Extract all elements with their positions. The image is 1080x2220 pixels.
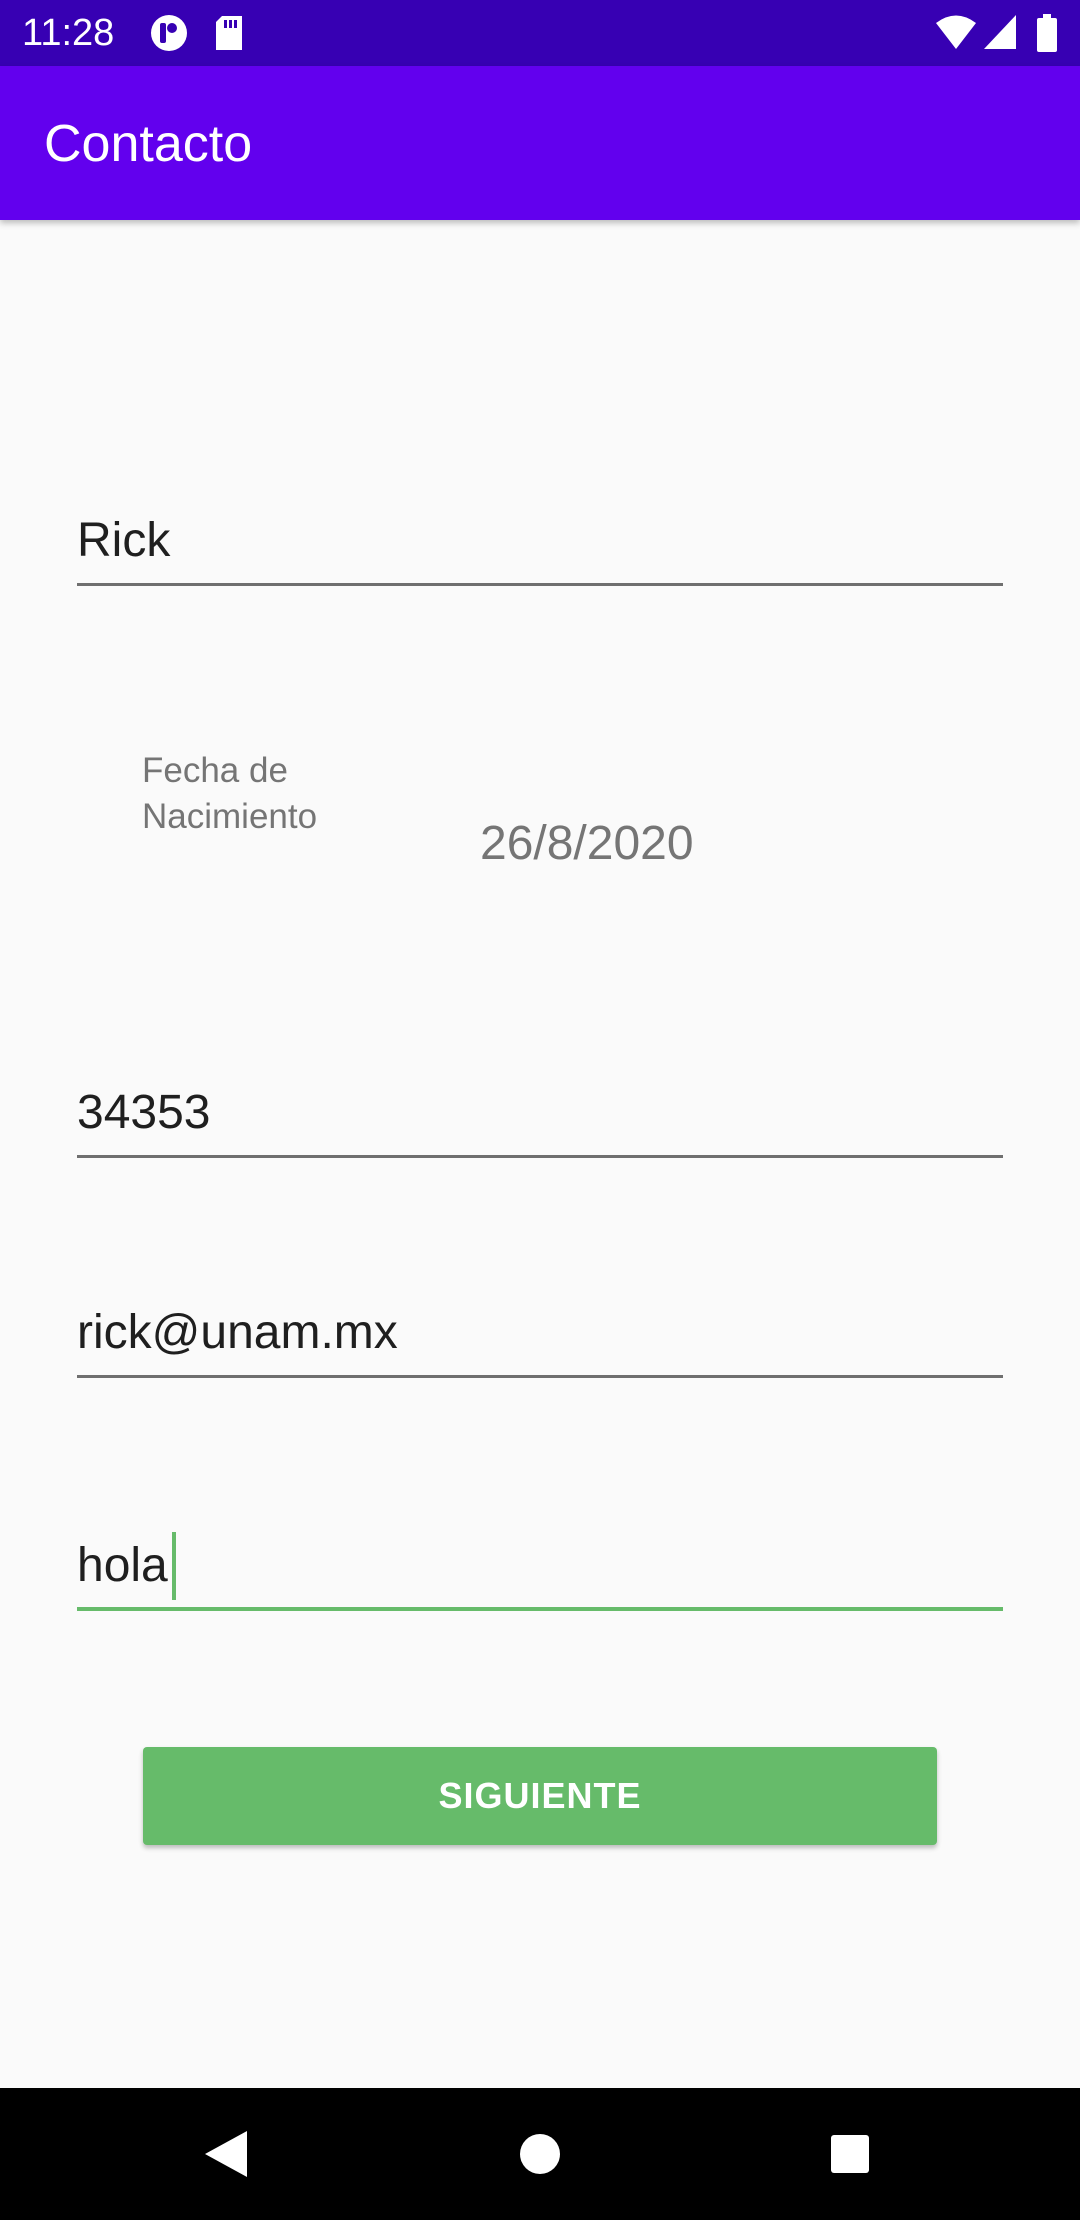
birthdate-label: Fecha de Nacimiento [142, 751, 318, 836]
status-time: 11:28 [22, 12, 115, 54]
text-cursor [172, 1532, 176, 1600]
description-field[interactable] [77, 1531, 1003, 1611]
back-icon[interactable] [190, 2118, 262, 2190]
phone-field[interactable] [77, 1078, 1003, 1158]
battery-icon [1036, 14, 1058, 57]
contact-screen: 11:28 Contacto Rick Fecha de Nacimiento … [0, 0, 1080, 2220]
wifi-icon [935, 14, 977, 55]
recents-icon[interactable] [814, 2118, 886, 2190]
email-field[interactable] [77, 1298, 1003, 1378]
navigation-bar [0, 2088, 1080, 2220]
signal-icon [983, 14, 1017, 55]
home-icon[interactable] [504, 2118, 576, 2190]
page-title: Contacto [44, 115, 253, 173]
next-button[interactable]: SIGUIENTE [143, 1747, 937, 1845]
notification-app-icon [150, 14, 188, 57]
app-bar: Contacto [0, 66, 1080, 220]
status-bar: 11:28 [0, 0, 1080, 66]
birthdate-value[interactable]: 26/8/2020 [480, 815, 694, 873]
sd-card-icon [214, 14, 244, 57]
name-field[interactable] [77, 506, 1003, 586]
